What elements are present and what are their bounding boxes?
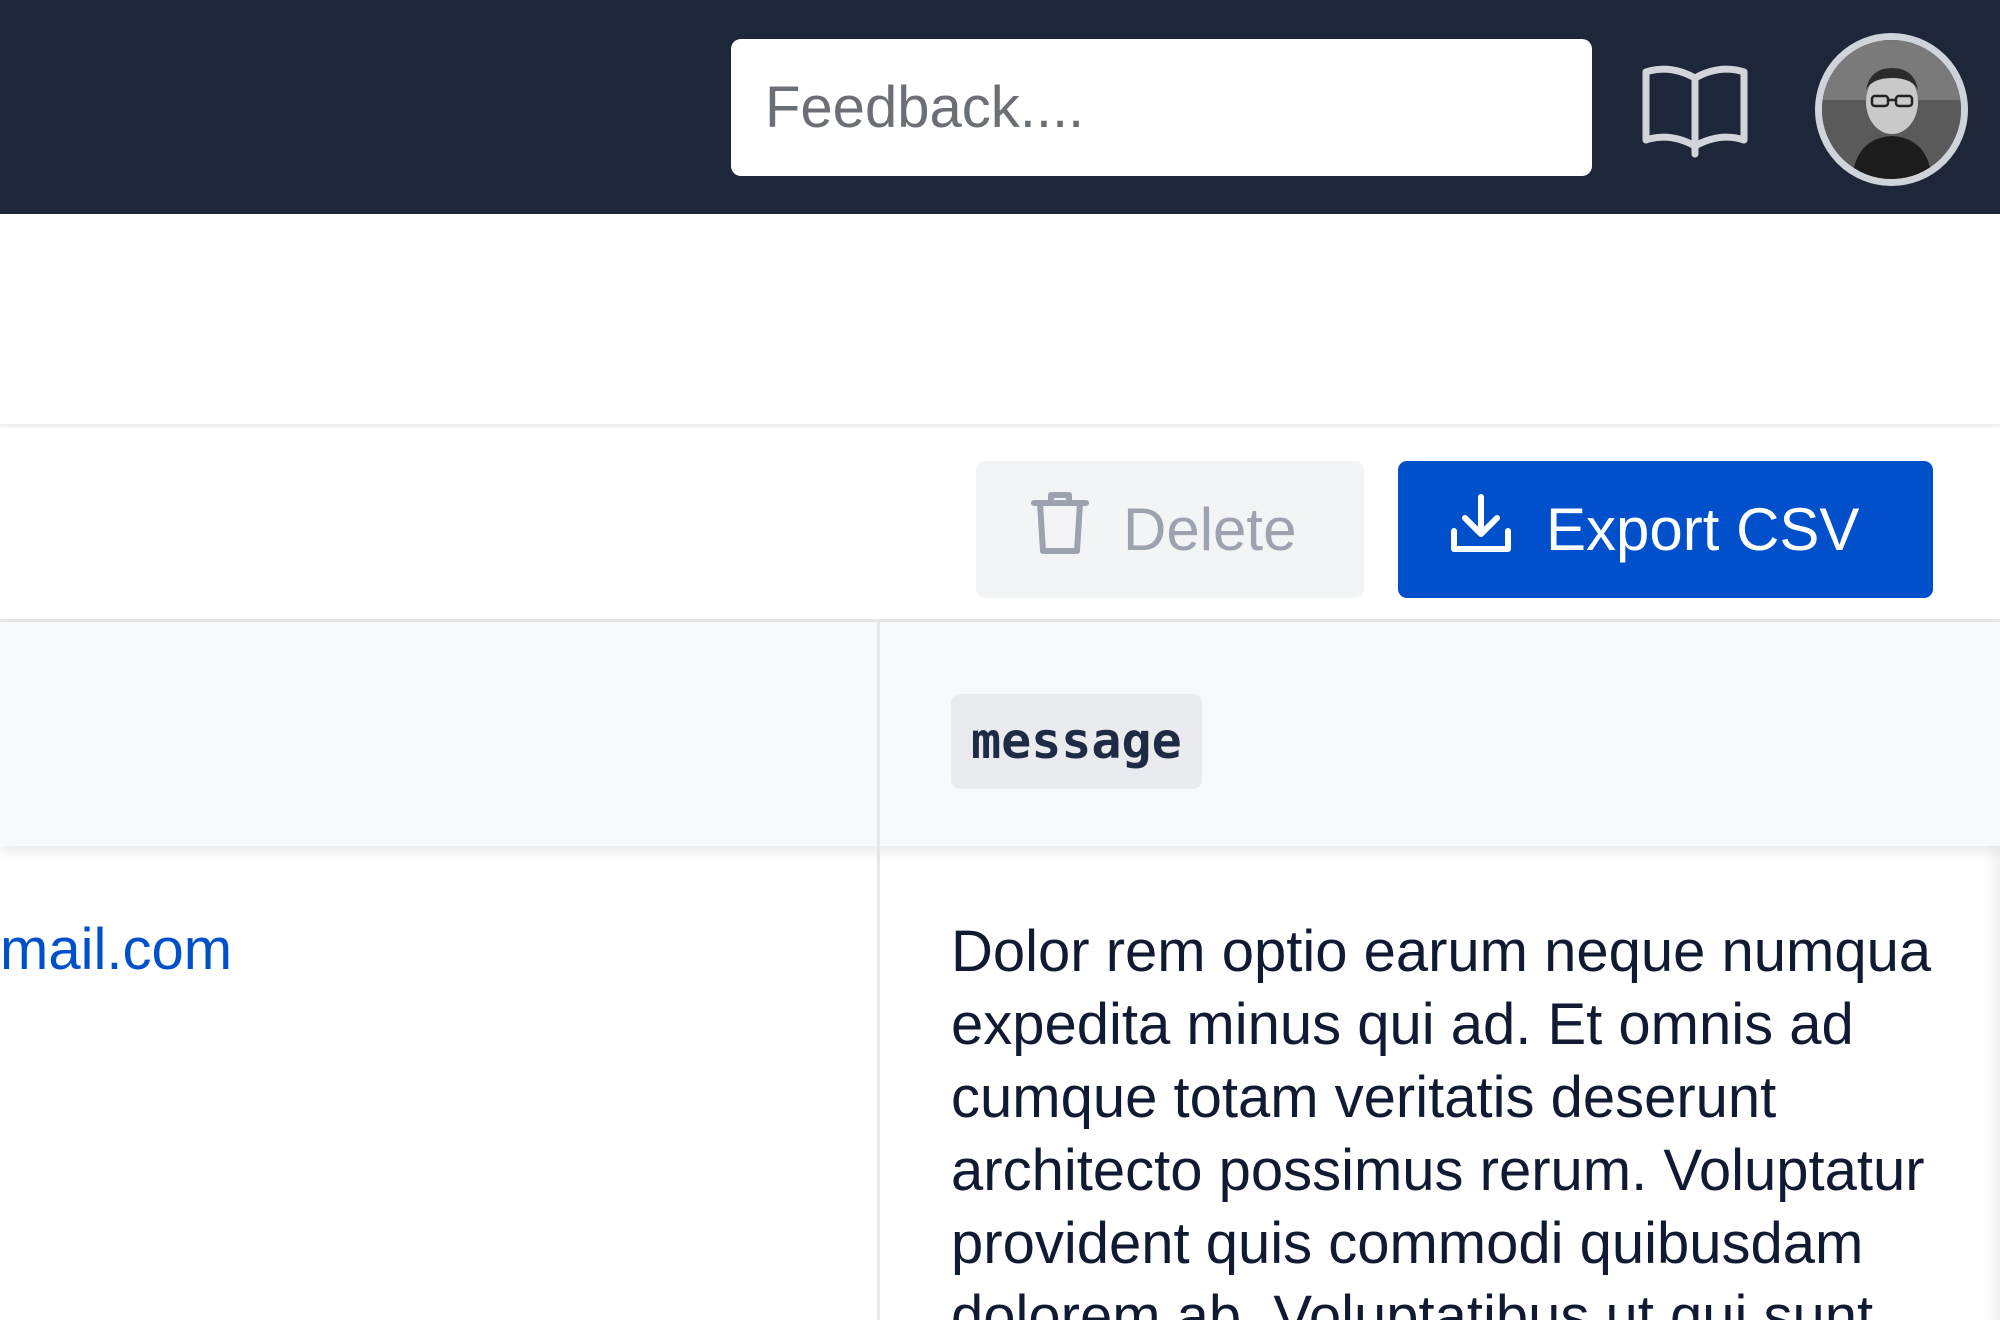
delete-button[interactable]: Delete (976, 461, 1364, 598)
email-link[interactable]: mail.com (0, 915, 232, 985)
column-divider[interactable] (877, 622, 880, 1320)
scroll-shadow (1985, 846, 2000, 1320)
delete-button-label: Delete (1123, 496, 1297, 563)
table-toolbar: Delete Export CSV (0, 428, 2000, 622)
message-cell: Dolor rem optio earum neque numqua exped… (951, 915, 2000, 1320)
top-navigation-bar (0, 0, 2000, 214)
trash-icon (1031, 491, 1089, 569)
column-header-message[interactable]: message (951, 694, 1202, 789)
message-line: expedita minus qui ad. Et omnis ad (951, 992, 1854, 1057)
export-csv-button-label: Export CSV (1546, 496, 1860, 563)
book-open-icon[interactable] (1642, 62, 1748, 158)
message-line: architecto possimus rerum. Voluptatur (951, 1138, 1925, 1203)
feedback-input[interactable] (731, 39, 1592, 176)
page-header-band (0, 214, 2000, 426)
message-line: dolorem ab. Voluptatibus ut qui sunt (951, 1284, 1874, 1320)
message-line: Dolor rem optio earum neque numqua (951, 919, 1932, 984)
avatar[interactable] (1815, 33, 1968, 186)
download-icon (1450, 493, 1512, 567)
message-line: cumque totam veritatis deserunt (951, 1065, 1777, 1130)
export-csv-button[interactable]: Export CSV (1398, 461, 1933, 598)
message-line: provident quis commodi quibusdam (951, 1211, 1864, 1276)
